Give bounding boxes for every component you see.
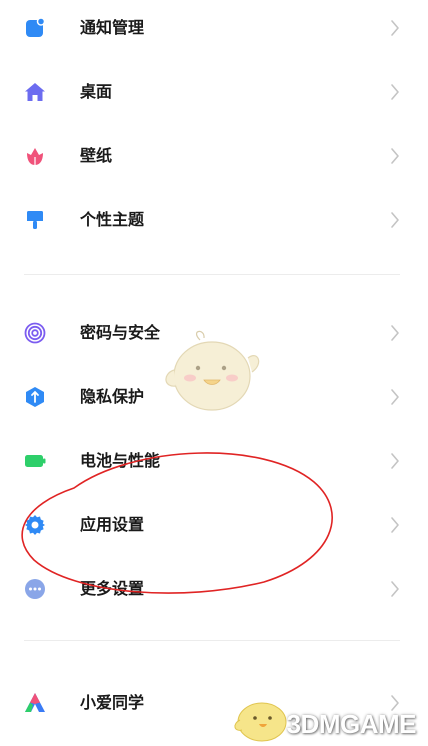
settings-row-app-settings[interactable]: 应用设置 xyxy=(0,497,428,553)
more-dots-icon xyxy=(24,578,46,600)
chevron-right-icon xyxy=(390,324,400,342)
settings-row-label: 壁纸 xyxy=(80,146,113,165)
chevron-right-icon xyxy=(390,452,400,470)
home-icon xyxy=(24,81,46,103)
settings-row-label: 密码与安全 xyxy=(80,323,161,342)
settings-row-label: 小爱同学 xyxy=(80,693,145,712)
gear-icon xyxy=(24,514,46,536)
settings-row-privacy[interactable]: 隐私保护 xyxy=(0,369,428,425)
tulip-icon xyxy=(24,145,46,167)
settings-row-label: 电池与性能 xyxy=(80,451,161,470)
chevron-right-icon xyxy=(390,211,400,229)
chevron-right-icon xyxy=(390,83,400,101)
settings-row-more-settings[interactable]: 更多设置 xyxy=(0,561,428,617)
group-divider xyxy=(24,640,400,641)
settings-row-battery[interactable]: 电池与性能 xyxy=(0,433,428,489)
chevron-right-icon xyxy=(390,147,400,165)
settings-row-notification[interactable]: 通知管理 xyxy=(0,0,428,56)
brush-icon xyxy=(24,209,46,231)
privacy-shield-icon xyxy=(24,386,46,408)
fingerprint-icon xyxy=(24,322,46,344)
settings-row-label: 通知管理 xyxy=(80,18,145,37)
notification-icon xyxy=(24,17,46,39)
settings-row-label: 更多设置 xyxy=(80,579,145,598)
watermark-text: 3DMGAME xyxy=(286,709,417,739)
chevron-right-icon xyxy=(390,580,400,598)
group-divider xyxy=(24,274,400,275)
settings-row-theme[interactable]: 个性主题 xyxy=(0,192,428,248)
chevron-right-icon xyxy=(390,516,400,534)
settings-row-desktop[interactable]: 桌面 xyxy=(0,64,428,120)
xiaoai-icon xyxy=(24,692,46,714)
chevron-right-icon xyxy=(390,388,400,406)
settings-row-wallpaper[interactable]: 壁纸 xyxy=(0,128,428,184)
battery-icon xyxy=(24,450,46,472)
settings-row-password-security[interactable]: 密码与安全 xyxy=(0,305,428,361)
settings-row-label: 隐私保护 xyxy=(80,387,145,406)
settings-row-label: 个性主题 xyxy=(80,210,145,229)
settings-row-label: 应用设置 xyxy=(80,515,145,534)
chevron-right-icon xyxy=(390,19,400,37)
settings-row-label: 桌面 xyxy=(80,82,113,101)
